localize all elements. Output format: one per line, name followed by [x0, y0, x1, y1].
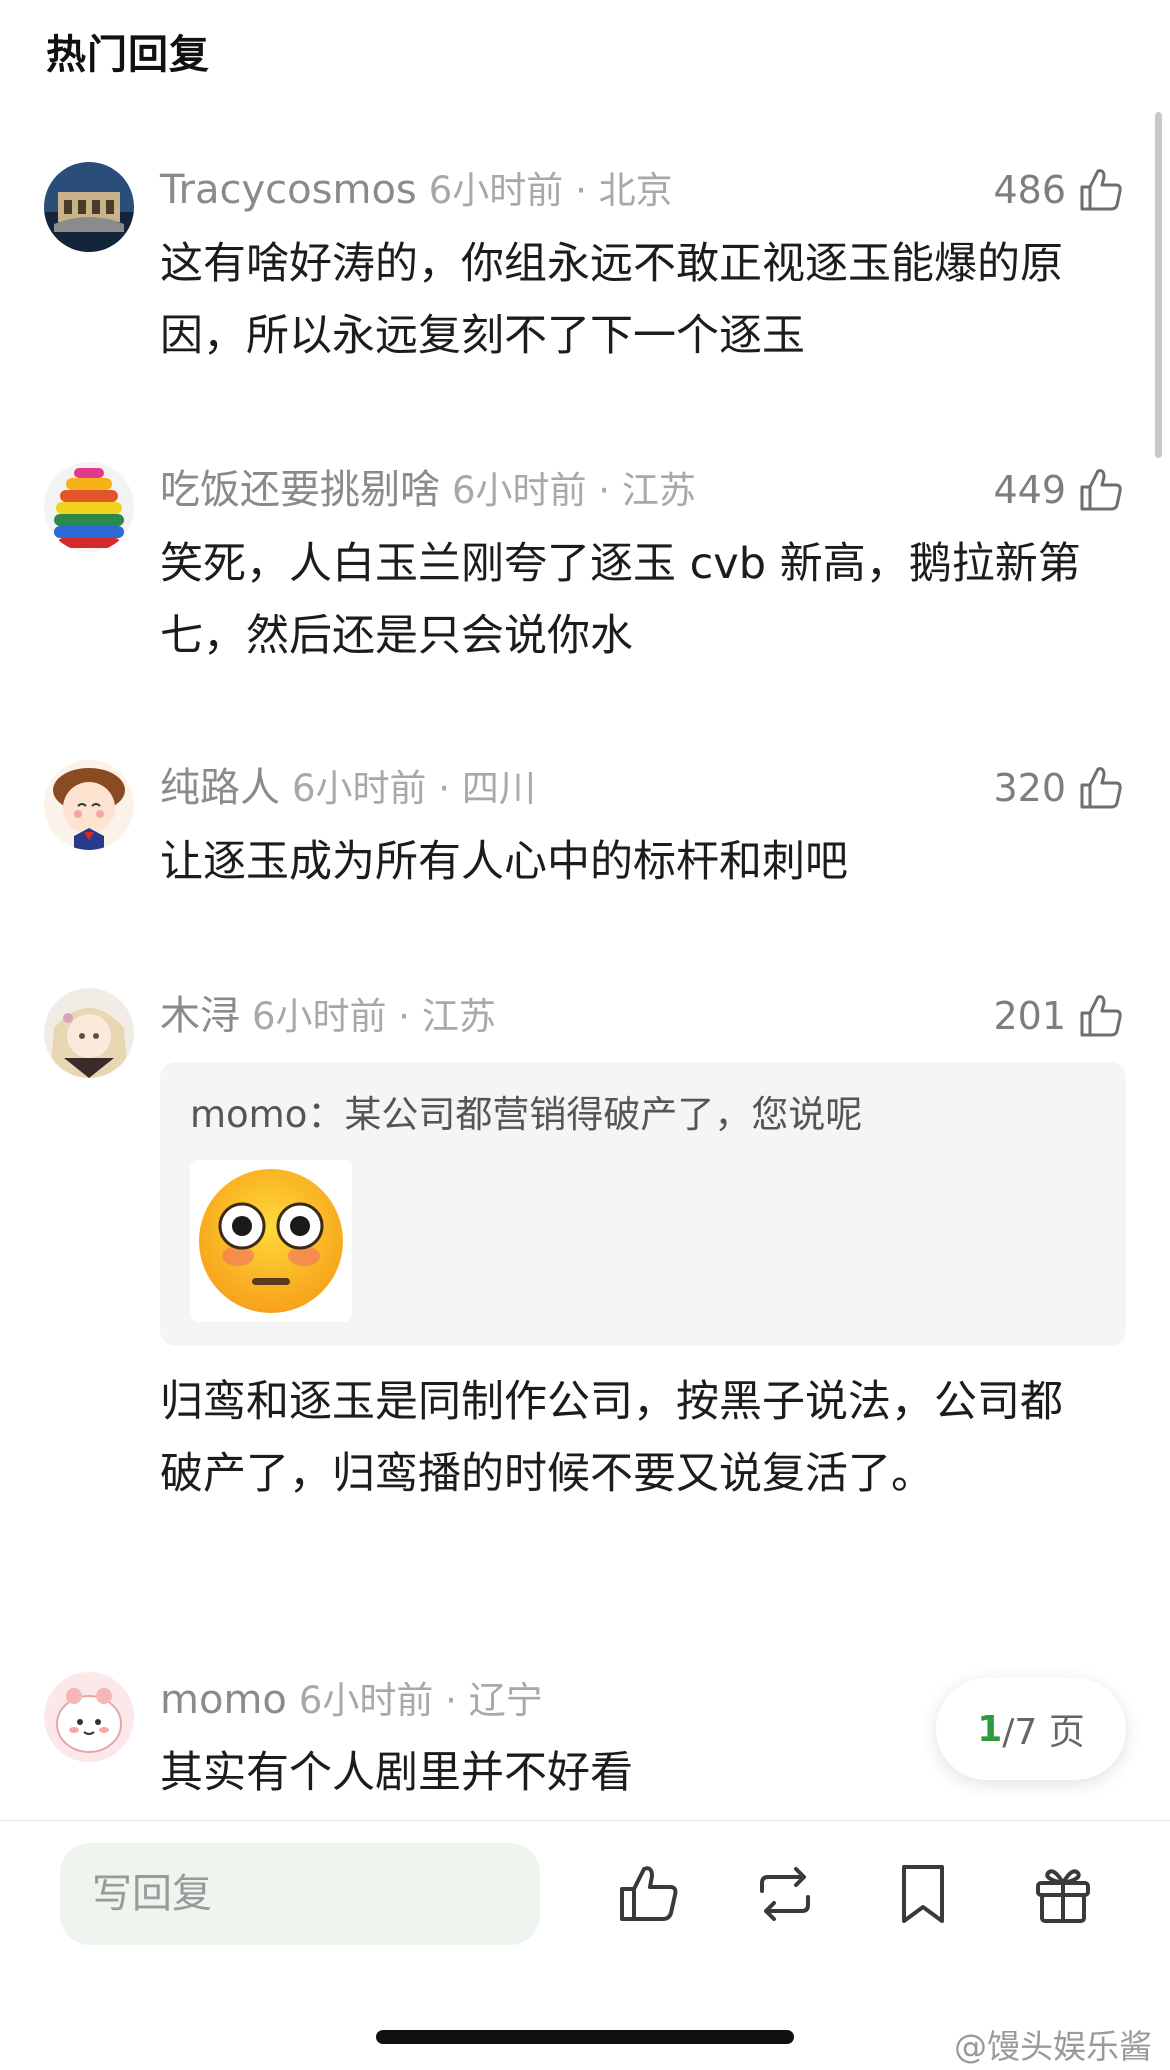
comment-meta: 吃饭还要挑剔啥 6小时前 · 江苏	[160, 466, 696, 515]
comment-text: 笑死，人白玉兰刚夸了逐玉 cvb 新高，鹅拉新第七，然后还是只会说你水	[160, 539, 1081, 661]
repost-icon[interactable]	[752, 1861, 818, 1927]
comment-text: 让逐玉成为所有人心中的标杆和刺吧	[160, 837, 848, 887]
quoted-reply[interactable]: momo：某公司都营销得破产了，您说呢	[160, 1062, 1126, 1346]
like-button[interactable]: 486	[993, 166, 1126, 214]
thumbs-up-icon	[1080, 995, 1122, 1037]
avatar[interactable]	[44, 162, 134, 252]
like-button[interactable]: 449	[993, 466, 1126, 514]
thumbs-up-icon	[1080, 169, 1122, 211]
page-indicator[interactable]: 1/7 页	[936, 1678, 1126, 1780]
thumbs-up-icon	[1080, 469, 1122, 511]
timestamp-location: 6小时前 · 北京	[428, 169, 673, 212]
timestamp-location: 6小时前 · 四川	[292, 767, 536, 810]
like-button[interactable]: 320	[993, 764, 1126, 812]
comment-meta: 木浔 6小时前 · 江苏	[160, 992, 496, 1041]
avatar[interactable]	[44, 462, 134, 552]
like-count: 320	[993, 766, 1066, 810]
avatar[interactable]	[44, 988, 134, 1078]
scrollbar[interactable]	[1155, 112, 1162, 458]
like-count: 201	[993, 994, 1066, 1038]
thumbs-up-icon	[1080, 767, 1122, 809]
total-pages: /7 页	[1002, 1712, 1085, 1753]
reply-input[interactable]	[60, 1843, 540, 1945]
username[interactable]: 纯路人	[160, 765, 280, 811]
username[interactable]: 木浔	[160, 993, 240, 1039]
watermark: @馒头娱乐酱	[954, 2027, 1152, 2066]
like-count: 449	[993, 468, 1066, 512]
current-page: 1	[977, 1708, 1003, 1750]
username[interactable]: momo	[160, 1677, 287, 1723]
gift-icon[interactable]	[1030, 1861, 1096, 1927]
comment-meta: 纯路人 6小时前 · 四川	[160, 764, 536, 813]
timestamp-location: 6小时前 · 辽宁	[298, 1679, 543, 1722]
comment-text: 这有啥好涛的，你组永远不敢正视逐玉能爆的原因，所以永远复刻不了下一个逐玉	[160, 239, 1063, 361]
timestamp-location: 6小时前 · 江苏	[252, 995, 496, 1038]
home-indicator[interactable]	[376, 2030, 794, 2044]
flushed-face-icon	[199, 1169, 343, 1313]
bookmark-icon[interactable]	[890, 1861, 956, 1927]
comment-meta: momo 6小时前 · 辽宁	[160, 1676, 543, 1725]
timestamp-location: 6小时前 · 江苏	[452, 469, 696, 512]
section-title: 热门回复	[46, 32, 210, 78]
like-count: 486	[993, 168, 1066, 212]
username[interactable]: Tracycosmos	[160, 167, 417, 213]
thumbs-up-icon[interactable]	[616, 1861, 682, 1927]
comment-text: 归鸾和逐玉是同制作公司，按黑子说法，公司都破产了，归鸾播的时候不要又说复活了。	[160, 1377, 1063, 1499]
comment-meta: Tracycosmos 6小时前 · 北京	[160, 166, 673, 215]
username[interactable]: 吃饭还要挑剔啥	[160, 467, 440, 513]
avatar[interactable]	[44, 760, 134, 850]
like-button[interactable]: 201	[993, 992, 1126, 1040]
emoji-image[interactable]	[190, 1160, 352, 1322]
avatar[interactable]	[44, 1672, 134, 1762]
quoted-text: momo：某公司都营销得破产了，您说呢	[190, 1093, 863, 1136]
